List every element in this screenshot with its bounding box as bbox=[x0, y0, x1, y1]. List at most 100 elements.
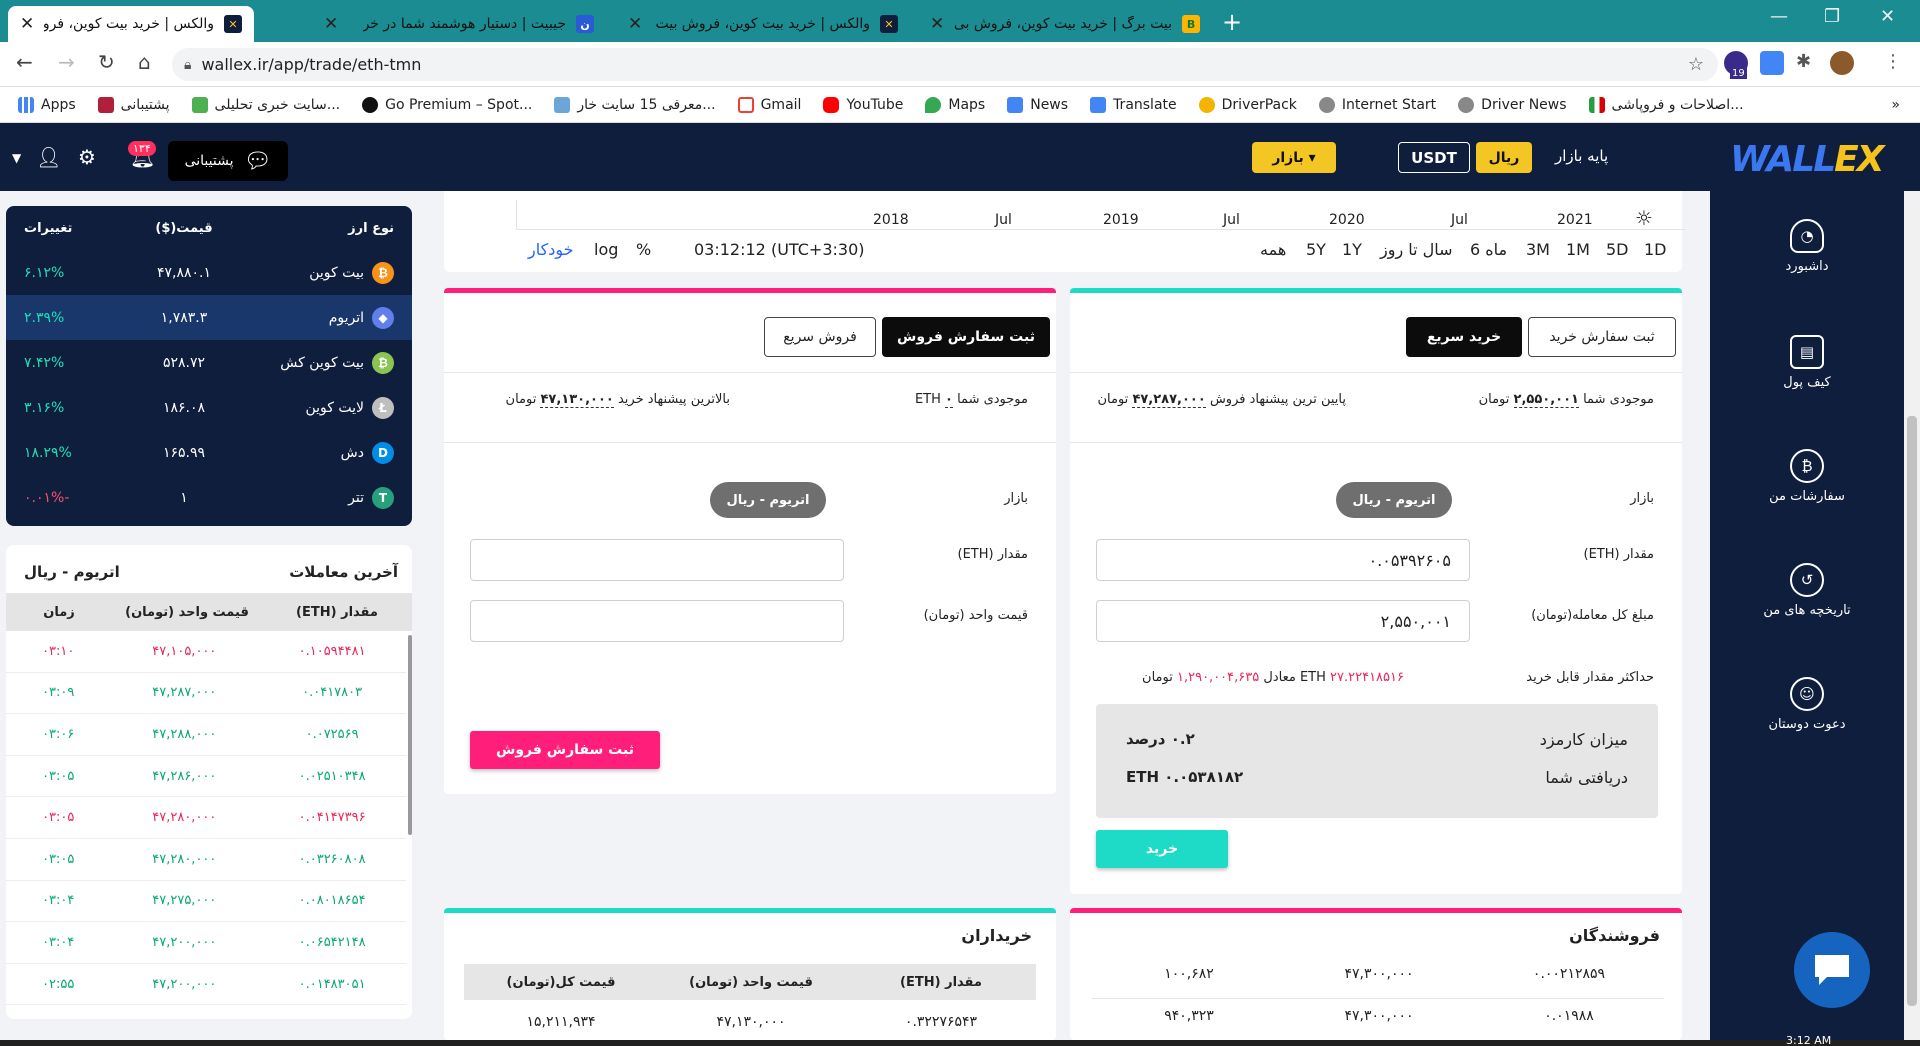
bookmark-apps[interactable]: Apps bbox=[18, 96, 76, 113]
chart-settings-icon[interactable]: ☼ bbox=[1635, 206, 1653, 230]
page-scroll-thumb[interactable] bbox=[1907, 416, 1917, 1006]
bookmark-translate[interactable]: Translate bbox=[1090, 96, 1177, 113]
site-header: WALLEX پایه بازار ریال USDT بازار ▾ پشتی… bbox=[0, 123, 1920, 191]
base-market-label: پایه بازار bbox=[1555, 147, 1609, 165]
timeframe-1y[interactable]: 1Y bbox=[1342, 240, 1362, 259]
bookmarks-more[interactable]: » bbox=[1891, 97, 1900, 113]
tab-sell-order[interactable]: ثبت سفارش فروش bbox=[882, 317, 1050, 357]
table-row: ۰.۰۳۲۶۰۸۰۸ ۴۷,۲۸۰,۰۰۰ ۰۳:۰۵ bbox=[6, 839, 406, 881]
support-button[interactable]: پشتیبانی 💬︎ bbox=[168, 141, 288, 181]
wallex-logo[interactable]: WALLEX bbox=[1730, 139, 1885, 180]
bookmark-driver-news[interactable]: Driver News bbox=[1458, 96, 1567, 113]
bookmark-support[interactable]: پشتیبانی bbox=[97, 96, 170, 113]
ethereum-icon: ◆ bbox=[372, 306, 394, 329]
bookmark-star-icon[interactable]: ☆ bbox=[1688, 54, 1704, 75]
user-icon[interactable]: 👤︎ bbox=[36, 145, 61, 169]
timeframe-5d[interactable]: 5D bbox=[1606, 240, 1629, 259]
tab-jibit[interactable]: ن جیبیت | دستیار هوشمند شما در خر ✕ bbox=[312, 6, 606, 42]
new-tab-button[interactable]: + bbox=[1222, 8, 1242, 36]
sell-market-label: بازار bbox=[1004, 491, 1028, 506]
sell-amount-input[interactable] bbox=[470, 539, 844, 581]
chart-clock: 03:12:12 (UTC+3:30) bbox=[694, 240, 865, 259]
sidebar-item-history[interactable]: ↺ تاریخچه های من bbox=[1710, 563, 1904, 618]
bookmark-maps[interactable]: Maps bbox=[925, 96, 985, 113]
coin-row-bch[interactable]: ₿ بیت کوین کش ۵۲۸.۷۲ ۷.۴۲% bbox=[6, 340, 412, 385]
buy-submit-button[interactable]: خرید bbox=[1096, 830, 1228, 868]
close-icon[interactable]: ✕ bbox=[324, 14, 338, 34]
bookmark-news-site[interactable]: سایت خبری تحلیلی... bbox=[191, 96, 340, 113]
tab-buy-order[interactable]: ثبت سفارش خرید bbox=[1528, 317, 1676, 357]
maximize-button[interactable]: ❐ bbox=[1824, 6, 1840, 27]
close-icon[interactable]: ✕ bbox=[628, 14, 642, 34]
live-chat-button[interactable] bbox=[1794, 932, 1870, 1008]
sidebar-item-wallet[interactable]: ▤ کیف پول bbox=[1710, 335, 1904, 390]
timeframe-1d[interactable]: 1D bbox=[1644, 240, 1667, 259]
bookmark-reforms[interactable]: اصلاحات و فروپاشی... bbox=[1588, 96, 1744, 113]
timeframe-all[interactable]: همه bbox=[1260, 240, 1286, 259]
tab-wallex-active[interactable]: ✕ والکس | خرید بیت کوین، فروش بیت ✕ bbox=[8, 6, 254, 42]
puzzle-icon[interactable]: ✱ bbox=[1796, 51, 1820, 75]
tab-bitbarg[interactable]: B بیت برگ | خرید بیت کوین، فروش بی ✕ bbox=[918, 6, 1212, 42]
bookmark-news[interactable]: News bbox=[1007, 96, 1068, 113]
sell-price-input[interactable] bbox=[470, 600, 844, 642]
minimize-button[interactable]: — bbox=[1770, 6, 1788, 27]
buy-balance: موجودی شما ۲,۵۵۰,۰۰۱ تومان bbox=[1478, 392, 1654, 408]
timeframe-5y[interactable]: 5Y bbox=[1306, 240, 1326, 259]
coin-list-header: نوع ارز قیمت($) تغییرات bbox=[24, 220, 394, 236]
bookmark-youtube[interactable]: YouTube bbox=[823, 96, 903, 113]
percent-toggle[interactable]: % bbox=[636, 240, 651, 259]
bookmark-15-sites[interactable]: معرفی 15 سایت خار... bbox=[554, 96, 716, 113]
close-window-button[interactable]: ✕ bbox=[1880, 6, 1895, 27]
bookmark-gmail[interactable]: Gmail bbox=[737, 96, 801, 113]
buy-amount-input[interactable]: ۰.۰۵۳۹۲۶۰۵ bbox=[1096, 539, 1470, 581]
tab-wallex-2[interactable]: ✕ والکس | خرید بیت کوین، فروش بیت ✕ bbox=[616, 6, 910, 42]
highest-buy-offer: بالاترین پیشنهاد خرید ۴۷,۱۳۰,۰۰۰ تومان bbox=[505, 392, 730, 408]
tab-quick-buy[interactable]: خرید سریع bbox=[1406, 317, 1522, 357]
forward-icon[interactable]: → bbox=[58, 50, 75, 74]
tab-quick-sell[interactable]: فروش سریع bbox=[764, 317, 876, 357]
timeframe-ytd[interactable]: سال تا روز bbox=[1380, 240, 1453, 259]
avatar[interactable] bbox=[1830, 51, 1854, 75]
timeframe-6m[interactable]: 6 ماه bbox=[1470, 240, 1507, 259]
url-bar[interactable]: 🔒︎ wallex.ir/app/trade/eth-tmn ☆ bbox=[172, 48, 1718, 81]
sidebar-item-invite[interactable]: ☺ دعوت دوستان bbox=[1710, 677, 1904, 732]
menu-icon[interactable]: ⋮ bbox=[1884, 51, 1908, 75]
chat-bubbles-icon: 💬︎ bbox=[243, 148, 272, 174]
auto-toggle[interactable]: خودکار bbox=[528, 240, 574, 259]
bookmark-spotify[interactable]: Go Premium – Spot... bbox=[362, 96, 532, 113]
timeframe-3m[interactable]: 3M bbox=[1526, 240, 1550, 259]
usdt-button[interactable]: USDT bbox=[1398, 142, 1470, 173]
trades-scrollbar[interactable] bbox=[408, 635, 412, 835]
table-row: ۰.۰۶۵۴۲۱۴۸ ۴۷,۲۰۰,۰۰۰ ۰۳:۰۴ bbox=[6, 922, 406, 964]
coin-row-btc[interactable]: ₿ بیت کوین ۴۷,۸۸۰.۱ ۶.۱۲% bbox=[6, 250, 412, 295]
wallex-favicon: ✕ bbox=[880, 15, 898, 33]
coin-row-dash[interactable]: D دش ۱۶۵.۹۹ ۱۸.۲۹% bbox=[6, 430, 412, 475]
rial-button[interactable]: ریال bbox=[1476, 142, 1532, 173]
sidebar-item-dashboard[interactable]: ◔ داشبورد bbox=[1710, 219, 1904, 274]
sell-submit-button[interactable]: ثبت سفارش فروش bbox=[470, 731, 660, 769]
gear-icon[interactable]: ⚙ bbox=[78, 145, 96, 169]
market-dropdown[interactable]: بازار ▾ bbox=[1252, 142, 1336, 173]
bookmark-internet-start[interactable]: Internet Start bbox=[1318, 96, 1436, 113]
last-trades-panel: آخرین معاملات اتریوم - ریال مقدار (ETH) … bbox=[6, 545, 412, 1019]
coin-row-usdt[interactable]: T تتر ۱ -۰.۰۱% bbox=[6, 475, 412, 520]
coin-row-eth[interactable]: ◆ اتریوم ۱,۷۸۳.۳ ۲.۳۹% bbox=[6, 295, 412, 340]
buy-total-input[interactable]: ۲,۵۵۰,۰۰۱ bbox=[1096, 600, 1470, 642]
bookmark-driverpack[interactable]: DriverPack bbox=[1198, 96, 1297, 113]
buy-market-pill[interactable]: اتریوم - ریال bbox=[1336, 482, 1452, 518]
coin-row-ltc[interactable]: Ł لایت کوین ۱۸۶.۰۸ ۳.۱۶% bbox=[6, 385, 412, 430]
log-toggle[interactable]: log bbox=[594, 240, 618, 259]
lock-icon: 🔒︎ bbox=[184, 56, 192, 73]
sell-market-pill[interactable]: اتریوم - ریال bbox=[710, 482, 826, 518]
buy-accent-line bbox=[1070, 288, 1682, 293]
chevron-down-icon[interactable]: ▼ bbox=[12, 151, 21, 165]
close-icon[interactable]: ✕ bbox=[20, 14, 34, 34]
sidebar-item-orders[interactable]: ₿ سفارشات من bbox=[1710, 449, 1904, 504]
translate-ext-icon[interactable] bbox=[1760, 51, 1784, 75]
windows-taskbar bbox=[0, 1040, 1920, 1046]
home-icon[interactable]: ⌂ bbox=[138, 50, 151, 74]
timeframe-1m[interactable]: 1M bbox=[1566, 240, 1590, 259]
reload-icon[interactable]: ↻ bbox=[98, 50, 115, 74]
back-icon[interactable]: ← bbox=[16, 50, 33, 74]
close-icon[interactable]: ✕ bbox=[930, 14, 944, 34]
